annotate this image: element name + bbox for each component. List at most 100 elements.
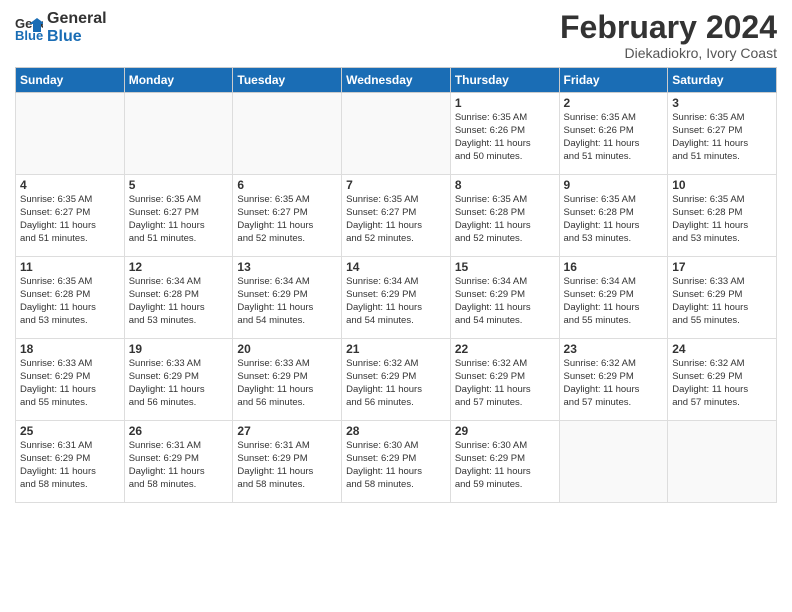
- weekday-header-row: SundayMondayTuesdayWednesdayThursdayFrid…: [16, 68, 777, 93]
- calendar-day-cell: 1 Sunrise: 6:35 AMSunset: 6:26 PMDaylight…: [450, 93, 559, 175]
- day-number: 21: [346, 342, 446, 356]
- day-info: Sunrise: 6:35 AMSunset: 6:28 PMDaylight:…: [672, 194, 772, 245]
- day-info: Sunrise: 6:33 AMSunset: 6:29 PMDaylight:…: [129, 358, 229, 409]
- day-number: 10: [672, 178, 772, 192]
- weekday-header: Tuesday: [233, 68, 342, 93]
- day-info: Sunrise: 6:35 AMSunset: 6:27 PMDaylight:…: [346, 194, 446, 245]
- calendar-day-cell: 16 Sunrise: 6:34 AMSunset: 6:29 PMDayligh…: [559, 257, 668, 339]
- calendar-day-cell: 12 Sunrise: 6:34 AMSunset: 6:28 PMDayligh…: [124, 257, 233, 339]
- calendar-day-cell: 29 Sunrise: 6:30 AMSunset: 6:29 PMDayligh…: [450, 421, 559, 503]
- calendar-day-cell: 15 Sunrise: 6:34 AMSunset: 6:29 PMDayligh…: [450, 257, 559, 339]
- logo-line2: Blue: [47, 28, 107, 46]
- day-info: Sunrise: 6:30 AMSunset: 6:29 PMDaylight:…: [455, 440, 555, 491]
- day-number: 5: [129, 178, 229, 192]
- calendar-day-cell: 27 Sunrise: 6:31 AMSunset: 6:29 PMDayligh…: [233, 421, 342, 503]
- calendar-day-cell: 9 Sunrise: 6:35 AMSunset: 6:28 PMDaylight…: [559, 175, 668, 257]
- calendar-day-cell: 4 Sunrise: 6:35 AMSunset: 6:27 PMDaylight…: [16, 175, 125, 257]
- day-number: 3: [672, 96, 772, 110]
- calendar-table: SundayMondayTuesdayWednesdayThursdayFrid…: [15, 67, 777, 503]
- day-info: Sunrise: 6:32 AMSunset: 6:29 PMDaylight:…: [564, 358, 664, 409]
- calendar-day-cell: [668, 421, 777, 503]
- day-number: 19: [129, 342, 229, 356]
- day-number: 16: [564, 260, 664, 274]
- day-info: Sunrise: 6:30 AMSunset: 6:29 PMDaylight:…: [346, 440, 446, 491]
- logo-icon: General Blue: [15, 14, 43, 42]
- day-number: 23: [564, 342, 664, 356]
- day-number: 29: [455, 424, 555, 438]
- day-info: Sunrise: 6:35 AMSunset: 6:26 PMDaylight:…: [455, 112, 555, 163]
- day-info: Sunrise: 6:31 AMSunset: 6:29 PMDaylight:…: [20, 440, 120, 491]
- calendar-week-row: 18 Sunrise: 6:33 AMSunset: 6:29 PMDayligh…: [16, 339, 777, 421]
- calendar-day-cell: 6 Sunrise: 6:35 AMSunset: 6:27 PMDaylight…: [233, 175, 342, 257]
- day-number: 22: [455, 342, 555, 356]
- calendar-day-cell: 21 Sunrise: 6:32 AMSunset: 6:29 PMDayligh…: [342, 339, 451, 421]
- day-number: 25: [20, 424, 120, 438]
- day-number: 24: [672, 342, 772, 356]
- day-number: 18: [20, 342, 120, 356]
- calendar-day-cell: 17Sunrise: 6:33 AMSunset: 6:29 PMDayligh…: [668, 257, 777, 339]
- calendar-day-cell: 22 Sunrise: 6:32 AMSunset: 6:29 PMDayligh…: [450, 339, 559, 421]
- day-number: 20: [237, 342, 337, 356]
- day-info: Sunrise: 6:31 AMSunset: 6:29 PMDaylight:…: [237, 440, 337, 491]
- day-number: 4: [20, 178, 120, 192]
- day-number: 15: [455, 260, 555, 274]
- weekday-header: Monday: [124, 68, 233, 93]
- calendar-day-cell: 2 Sunrise: 6:35 AMSunset: 6:26 PMDaylight…: [559, 93, 668, 175]
- day-info: Sunrise: 6:35 AMSunset: 6:26 PMDaylight:…: [564, 112, 664, 163]
- calendar-day-cell: 19 Sunrise: 6:33 AMSunset: 6:29 PMDayligh…: [124, 339, 233, 421]
- weekday-header: Wednesday: [342, 68, 451, 93]
- day-info: Sunrise: 6:32 AMSunset: 6:29 PMDaylight:…: [346, 358, 446, 409]
- day-number: 6: [237, 178, 337, 192]
- day-info: Sunrise: 6:35 AMSunset: 6:27 PMDaylight:…: [20, 194, 120, 245]
- calendar-day-cell: 3 Sunrise: 6:35 AMSunset: 6:27 PMDaylight…: [668, 93, 777, 175]
- calendar-day-cell: [233, 93, 342, 175]
- day-info: Sunrise: 6:34 AMSunset: 6:29 PMDaylight:…: [346, 276, 446, 327]
- logo-line1: General: [47, 10, 107, 28]
- day-number: 7: [346, 178, 446, 192]
- day-number: 12: [129, 260, 229, 274]
- day-number: 11: [20, 260, 120, 274]
- weekday-header: Saturday: [668, 68, 777, 93]
- weekday-header: Sunday: [16, 68, 125, 93]
- day-number: 8: [455, 178, 555, 192]
- day-number: 27: [237, 424, 337, 438]
- calendar-day-cell: 8 Sunrise: 6:35 AMSunset: 6:28 PMDaylight…: [450, 175, 559, 257]
- day-info: Sunrise: 6:33 AMSunset: 6:29 PMDaylight:…: [237, 358, 337, 409]
- day-info: Sunrise: 6:32 AMSunset: 6:29 PMDaylight:…: [455, 358, 555, 409]
- day-number: 14: [346, 260, 446, 274]
- day-info: Sunrise: 6:34 AMSunset: 6:29 PMDaylight:…: [564, 276, 664, 327]
- header: General Blue General Blue February 2024 …: [15, 10, 777, 61]
- calendar-day-cell: 14 Sunrise: 6:34 AMSunset: 6:29 PMDayligh…: [342, 257, 451, 339]
- calendar-day-cell: 24 Sunrise: 6:32 AMSunset: 6:29 PMDayligh…: [668, 339, 777, 421]
- calendar-day-cell: [124, 93, 233, 175]
- day-info: Sunrise: 6:34 AMSunset: 6:28 PMDaylight:…: [129, 276, 229, 327]
- calendar-day-cell: [342, 93, 451, 175]
- calendar-day-cell: 26Sunrise: 6:31 AMSunset: 6:29 PMDayligh…: [124, 421, 233, 503]
- day-info: Sunrise: 6:35 AMSunset: 6:27 PMDaylight:…: [129, 194, 229, 245]
- calendar-day-cell: 11Sunrise: 6:35 AMSunset: 6:28 PMDayligh…: [16, 257, 125, 339]
- day-number: 28: [346, 424, 446, 438]
- calendar-week-row: 1 Sunrise: 6:35 AMSunset: 6:26 PMDaylight…: [16, 93, 777, 175]
- day-info: Sunrise: 6:35 AMSunset: 6:28 PMDaylight:…: [564, 194, 664, 245]
- day-number: 2: [564, 96, 664, 110]
- calendar-day-cell: [559, 421, 668, 503]
- day-info: Sunrise: 6:31 AMSunset: 6:29 PMDaylight:…: [129, 440, 229, 491]
- day-number: 17: [672, 260, 772, 274]
- weekday-header: Thursday: [450, 68, 559, 93]
- calendar-day-cell: 25 Sunrise: 6:31 AMSunset: 6:29 PMDayligh…: [16, 421, 125, 503]
- calendar-week-row: 11Sunrise: 6:35 AMSunset: 6:28 PMDayligh…: [16, 257, 777, 339]
- day-info: Sunrise: 6:35 AMSunset: 6:27 PMDaylight:…: [672, 112, 772, 163]
- calendar-day-cell: 18Sunrise: 6:33 AMSunset: 6:29 PMDayligh…: [16, 339, 125, 421]
- calendar-day-cell: 20 Sunrise: 6:33 AMSunset: 6:29 PMDayligh…: [233, 339, 342, 421]
- month-title: February 2024: [560, 10, 777, 45]
- day-number: 1: [455, 96, 555, 110]
- calendar-day-cell: 10 Sunrise: 6:35 AMSunset: 6:28 PMDayligh…: [668, 175, 777, 257]
- calendar-week-row: 4 Sunrise: 6:35 AMSunset: 6:27 PMDaylight…: [16, 175, 777, 257]
- day-info: Sunrise: 6:35 AMSunset: 6:27 PMDaylight:…: [237, 194, 337, 245]
- main-container: General Blue General Blue February 2024 …: [0, 0, 792, 612]
- day-info: Sunrise: 6:32 AMSunset: 6:29 PMDaylight:…: [672, 358, 772, 409]
- day-info: Sunrise: 6:35 AMSunset: 6:28 PMDaylight:…: [455, 194, 555, 245]
- day-number: 13: [237, 260, 337, 274]
- day-number: 9: [564, 178, 664, 192]
- day-info: Sunrise: 6:34 AMSunset: 6:29 PMDaylight:…: [455, 276, 555, 327]
